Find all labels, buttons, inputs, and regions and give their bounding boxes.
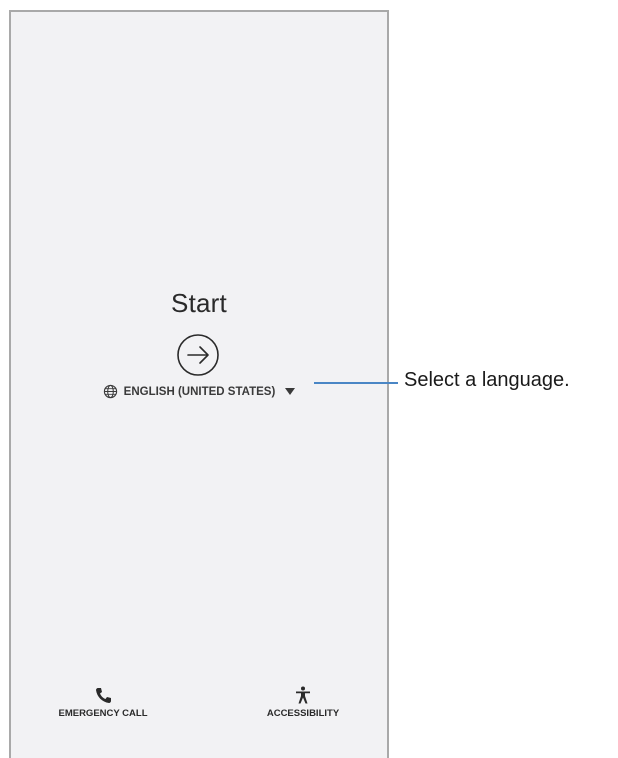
accessibility-label: ACCESSIBILITY bbox=[266, 708, 340, 719]
language-selector[interactable]: ENGLISH (UNITED STATES) bbox=[11, 384, 387, 399]
triangle-down-icon bbox=[285, 387, 296, 395]
callout-text: Select a language. bbox=[404, 369, 570, 391]
canvas: Start ENGLISH (UNITED STATES) EMERGENCY … bbox=[0, 0, 618, 758]
callout-line bbox=[314, 382, 398, 384]
globe-icon bbox=[103, 384, 117, 399]
phone-screen: Start ENGLISH (UNITED STATES) EMERGENCY … bbox=[9, 10, 389, 758]
arrow-circle-right-icon bbox=[177, 334, 219, 376]
accessibility-person-icon bbox=[296, 686, 310, 704]
start-title: Start bbox=[171, 288, 227, 318]
emergency-call-label: EMERGENCY CALL bbox=[58, 708, 148, 719]
language-label: ENGLISH (UNITED STATES) bbox=[123, 385, 276, 398]
phone-icon bbox=[96, 688, 111, 703]
accessibility-button[interactable]: ACCESSIBILITY bbox=[247, 686, 359, 719]
emergency-call-button[interactable]: EMERGENCY CALL bbox=[49, 686, 157, 719]
start-button[interactable] bbox=[175, 332, 221, 378]
